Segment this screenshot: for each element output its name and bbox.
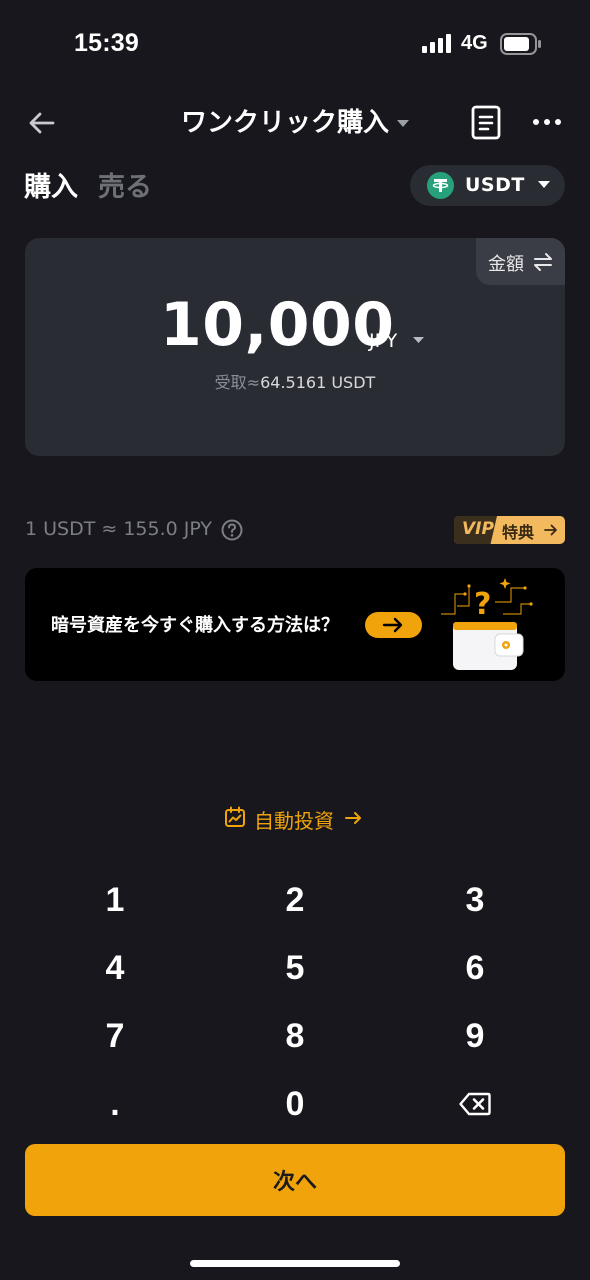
amount-value: 10,000 — [160, 290, 395, 360]
key-8[interactable]: 8 — [205, 1002, 385, 1070]
key-6[interactable]: 6 — [385, 934, 565, 1002]
more-icon[interactable] — [532, 112, 562, 132]
key-decimal[interactable]: . — [25, 1070, 205, 1138]
key-2[interactable]: 2 — [205, 866, 385, 934]
arrow-right-icon — [382, 617, 403, 633]
auto-invest-label: 自動投資 — [254, 809, 334, 833]
swap-icon — [534, 253, 552, 271]
next-button[interactable]: 次へ — [25, 1144, 565, 1216]
wallet-question-illustration: ? — [441, 578, 533, 670]
arrow-right-icon — [345, 812, 361, 824]
backspace-key[interactable] — [385, 1070, 565, 1138]
page-title: ワンクリック購入 — [180, 108, 389, 138]
key-5[interactable]: 5 — [205, 934, 385, 1002]
amount-input-card[interactable]: 金額 10,000 JPY 受取≈64.5161 USDT — [25, 238, 565, 456]
backspace-icon — [459, 1092, 491, 1116]
trade-tabs: 購入 売る — [24, 165, 172, 205]
receive-prefix: 受取≈ — [214, 373, 261, 392]
fiat-currency-selector[interactable]: JPY — [369, 330, 397, 352]
key-4[interactable]: 4 — [25, 934, 205, 1002]
vip-tag: VIP — [462, 519, 494, 539]
amount-mode-toggle[interactable]: 金額 — [476, 238, 565, 285]
banner-text: 暗号資産を今すぐ購入する方法は？ — [51, 615, 339, 636]
chevron-down-icon — [397, 119, 409, 127]
coin-symbol: USDT — [465, 174, 525, 196]
exchange-rate: 1 USDT ≈ 155.0 JPY — [25, 518, 213, 540]
tether-icon — [427, 172, 454, 199]
signal-icon — [422, 34, 451, 53]
battery-icon — [500, 33, 541, 55]
banner-go-button[interactable] — [365, 612, 422, 638]
tab-buy[interactable]: 購入 — [24, 165, 78, 204]
order-history-icon[interactable] — [470, 105, 504, 141]
top-nav: ワンクリック購入 — [0, 90, 590, 156]
key-0[interactable]: 0 — [205, 1070, 385, 1138]
key-3[interactable]: 3 — [385, 866, 565, 934]
key-9[interactable]: 9 — [385, 1002, 565, 1070]
receive-estimate: 受取≈64.5161 USDT — [25, 369, 565, 393]
how-to-buy-banner[interactable]: 暗号資産を今すぐ購入する方法は？ ? — [25, 568, 565, 681]
vip-benefits-badge[interactable]: VIP 特典 — [454, 516, 565, 544]
chevron-down-icon — [413, 337, 424, 343]
help-icon[interactable] — [221, 519, 243, 541]
network-type: 4G — [461, 32, 488, 54]
receive-value: 64.5161 USDT — [260, 373, 376, 392]
svg-text:?: ? — [474, 587, 491, 622]
key-7[interactable]: 7 — [25, 1002, 205, 1070]
status-time: 15:39 — [74, 29, 139, 57]
arrow-right-icon — [544, 524, 557, 536]
calendar-chart-icon — [225, 806, 245, 827]
numeric-keypad: 1 2 3 4 5 6 7 8 9 . 0 — [25, 866, 565, 1138]
status-bar: 15:39 4G — [0, 0, 590, 90]
vip-label: 特典 — [502, 523, 535, 542]
amount-mode-label: 金額 — [488, 254, 524, 275]
chevron-down-icon — [538, 181, 550, 188]
key-1[interactable]: 1 — [25, 866, 205, 934]
home-indicator — [190, 1260, 400, 1267]
coin-selector[interactable]: USDT — [410, 165, 565, 206]
tab-sell[interactable]: 売る — [98, 165, 152, 204]
